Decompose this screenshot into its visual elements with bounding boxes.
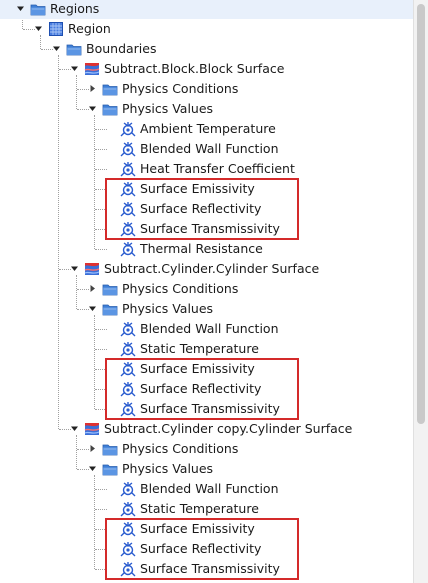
collapse-arrow-icon[interactable] xyxy=(88,304,97,313)
folder-icon xyxy=(102,81,118,97)
tree-node-heat-transfer-coefficient[interactable]: Heat Transfer Coefficient xyxy=(0,159,414,179)
tree-node-boundaries[interactable]: Boundaries xyxy=(0,39,414,59)
tree-node-label: Physics Conditions xyxy=(122,81,239,96)
collapse-arrow-icon[interactable] xyxy=(88,464,97,473)
physics-value-icon xyxy=(120,161,136,177)
expand-arrow-icon[interactable] xyxy=(88,84,97,93)
expand-arrow-icon[interactable] xyxy=(88,284,97,293)
tree-node-physics-conditions[interactable]: Physics Conditions xyxy=(0,279,414,299)
tree-node-label: Boundaries xyxy=(86,41,157,56)
tree-node-label: Static Temperature xyxy=(140,341,259,356)
tree-node-physics-values[interactable]: Physics Values xyxy=(0,99,414,119)
folder-icon xyxy=(102,441,118,457)
folder-icon xyxy=(102,461,118,477)
folder-icon xyxy=(102,301,118,317)
tree-node-label: Subtract.Cylinder.Cylinder Surface xyxy=(104,261,320,276)
tree-node-blended-wall-function[interactable]: Blended Wall Function xyxy=(0,319,414,339)
scrollbar-thumb[interactable] xyxy=(417,4,425,424)
tree-node-label: Physics Values xyxy=(122,461,214,476)
boundary-surface-icon xyxy=(84,261,100,277)
tree-node-static-temperature[interactable]: Static Temperature xyxy=(0,339,414,359)
folder-icon xyxy=(66,41,82,57)
physics-value-icon xyxy=(120,501,136,517)
tree-node-regions[interactable]: Regions xyxy=(0,0,414,19)
physics-value-icon xyxy=(120,341,136,357)
folder-icon xyxy=(102,101,118,117)
tree-node-label: Physics Conditions xyxy=(122,281,239,296)
tree-node-subtract-cylinder-copy-cylinder-surface[interactable]: Subtract.Cylinder copy.Cylinder Surface xyxy=(0,419,414,439)
tree-node-physics-values[interactable]: Physics Values xyxy=(0,459,414,479)
collapse-arrow-icon[interactable] xyxy=(88,104,97,113)
tree-node-label: Ambient Temperature xyxy=(140,121,276,136)
physics-value-icon xyxy=(120,481,136,497)
tree-node-label: Blended Wall Function xyxy=(140,481,279,496)
collapse-arrow-icon[interactable] xyxy=(70,264,79,273)
physics-value-icon xyxy=(120,141,136,157)
boundary-surface-icon xyxy=(84,421,100,437)
tree-node-label: Subtract.Cylinder copy.Cylinder Surface xyxy=(104,421,353,436)
tree-node-label: Subtract.Block.Block Surface xyxy=(104,61,285,76)
tree-node-thermal-resistance[interactable]: Thermal Resistance xyxy=(0,239,414,259)
tree-node-label: Heat Transfer Coefficient xyxy=(140,161,295,176)
tree-node-subtract-block-block-surface[interactable]: Subtract.Block.Block Surface xyxy=(0,59,414,79)
collapse-arrow-icon[interactable] xyxy=(52,44,61,53)
boundary-surface-icon xyxy=(84,61,100,77)
tree-node-blended-wall-function[interactable]: Blended Wall Function xyxy=(0,479,414,499)
expand-arrow-icon[interactable] xyxy=(88,444,97,453)
tree-node-physics-values[interactable]: Physics Values xyxy=(0,299,414,319)
tree-node-label: Region xyxy=(68,21,111,36)
tree-node-label: Blended Wall Function xyxy=(140,321,279,336)
physics-value-icon xyxy=(120,241,136,257)
tree-node-label: Thermal Resistance xyxy=(140,241,263,256)
physics-value-icon xyxy=(120,121,136,137)
tree-node-physics-conditions[interactable]: Physics Conditions xyxy=(0,79,414,99)
tree-node-label: Physics Conditions xyxy=(122,441,239,456)
highlight-box xyxy=(105,178,299,240)
tree-node-static-temperature[interactable]: Static Temperature xyxy=(0,499,414,519)
collapse-arrow-icon[interactable] xyxy=(34,24,43,33)
simulation-tree: Regions Region Boundaries Subtract.Block… xyxy=(0,0,414,583)
highlight-box xyxy=(105,358,299,420)
collapse-arrow-icon[interactable] xyxy=(70,64,79,73)
highlight-box xyxy=(105,518,299,580)
vertical-scrollbar[interactable] xyxy=(413,0,428,583)
tree-node-blended-wall-function[interactable]: Blended Wall Function xyxy=(0,139,414,159)
collapse-arrow-icon[interactable] xyxy=(70,424,79,433)
tree-node-region[interactable]: Region xyxy=(0,19,414,39)
collapse-arrow-icon[interactable] xyxy=(16,4,25,13)
tree-node-label: Physics Values xyxy=(122,101,214,116)
tree-node-label: Physics Values xyxy=(122,301,214,316)
region-icon xyxy=(48,21,64,37)
folder-icon xyxy=(102,281,118,297)
tree-node-subtract-cylinder-cylinder-surface[interactable]: Subtract.Cylinder.Cylinder Surface xyxy=(0,259,414,279)
tree-node-ambient-temperature[interactable]: Ambient Temperature xyxy=(0,119,414,139)
tree-node-physics-conditions[interactable]: Physics Conditions xyxy=(0,439,414,459)
tree-node-label: Regions xyxy=(50,1,100,16)
folder-icon xyxy=(30,1,46,17)
tree-node-label: Blended Wall Function xyxy=(140,141,279,156)
physics-value-icon xyxy=(120,321,136,337)
tree-node-label: Static Temperature xyxy=(140,501,259,516)
